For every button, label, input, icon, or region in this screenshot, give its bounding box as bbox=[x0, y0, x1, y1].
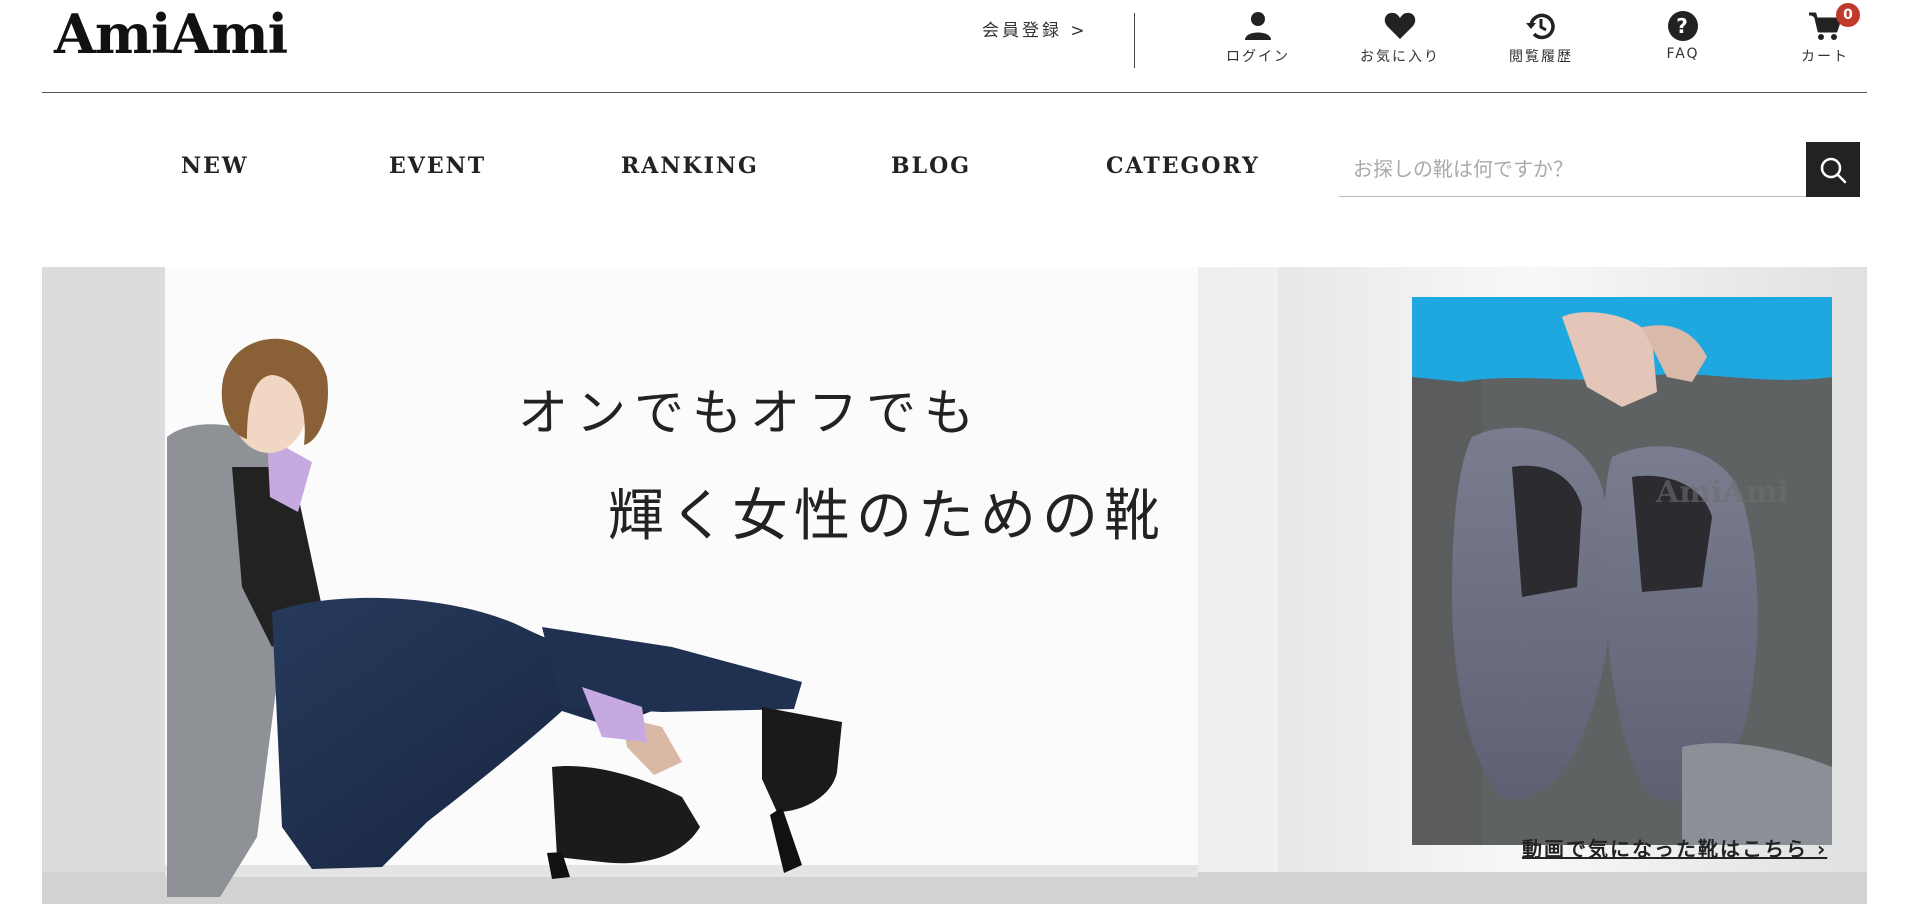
search-button[interactable] bbox=[1806, 142, 1860, 197]
faq-button[interactable]: ? FAQ bbox=[1618, 10, 1748, 62]
history-button[interactable]: 閲覧履歴 bbox=[1476, 10, 1606, 66]
favorites-button[interactable]: お気に入り bbox=[1335, 10, 1465, 66]
login-button[interactable]: ログイン bbox=[1193, 10, 1323, 66]
heart-icon bbox=[1384, 12, 1416, 40]
video-watermark-logo: AmiAmi bbox=[1656, 475, 1789, 510]
svg-text:?: ? bbox=[1676, 14, 1690, 38]
search-bar bbox=[1339, 142, 1860, 197]
search-input[interactable] bbox=[1339, 142, 1806, 197]
nav-event[interactable]: EVENT bbox=[389, 153, 486, 179]
nav-category[interactable]: CATEGORY bbox=[1106, 153, 1260, 179]
nav-new[interactable]: NEW bbox=[181, 153, 249, 179]
hero-headline-1: オンでもオフでも bbox=[518, 384, 982, 442]
favorites-label: お気に入り bbox=[1360, 49, 1440, 65]
question-icon: ? bbox=[1668, 11, 1698, 41]
login-label: ログイン bbox=[1226, 49, 1290, 65]
cart-label: カート bbox=[1801, 49, 1849, 65]
hero-photo bbox=[42, 267, 1867, 904]
register-link[interactable]: 会員登録 > bbox=[982, 16, 1088, 41]
hero-headline-2: 輝く女性のための靴 bbox=[608, 484, 1166, 549]
nav-ranking[interactable]: RANKING bbox=[621, 153, 759, 179]
site-logo[interactable]: AmiAmi bbox=[54, 4, 288, 64]
hero-banner[interactable]: オンでもオフでも 輝く女性のための靴 AmiAmi 動画で気になった靴はこちら … bbox=[42, 267, 1867, 904]
history-icon bbox=[1526, 13, 1555, 40]
user-icon bbox=[1245, 12, 1271, 40]
cart-count-badge: 0 bbox=[1836, 3, 1860, 27]
site-header: AmiAmi 会員登録 > ログイン お気に入り 閲覧履歴 ? FAQ 0 カー… bbox=[42, 0, 1867, 93]
search-icon bbox=[1820, 157, 1847, 183]
video-shoes-link[interactable]: 動画で気になった靴はこちら › bbox=[1522, 833, 1827, 862]
nav-blog[interactable]: BLOG bbox=[891, 153, 971, 179]
history-label: 閲覧履歴 bbox=[1509, 49, 1573, 65]
header-divider bbox=[1134, 13, 1135, 68]
faq-label: FAQ bbox=[1666, 46, 1700, 62]
cart-button[interactable]: 0 カート bbox=[1760, 3, 1890, 66]
